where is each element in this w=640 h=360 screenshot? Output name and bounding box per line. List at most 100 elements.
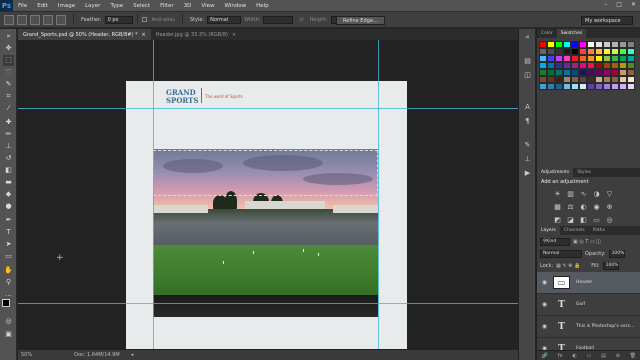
menu-select[interactable]: Select <box>128 3 155 9</box>
healing-brush-tool-icon[interactable]: ✚ <box>3 117 14 128</box>
color-swatch[interactable] <box>547 69 555 76</box>
color-swatch[interactable] <box>579 55 587 62</box>
color-swatch[interactable] <box>563 55 571 62</box>
adjustment-layer-icon[interactable]: ◐ <box>572 353 576 359</box>
new-layer-icon[interactable]: ⊕ <box>616 353 620 359</box>
color-swatch[interactable] <box>547 83 555 90</box>
exposure-icon[interactable]: ◑ <box>592 190 601 199</box>
zoom-tool-icon[interactable]: ⚲ <box>3 277 14 288</box>
color-swatch[interactable] <box>555 41 563 48</box>
blur-tool-icon[interactable]: ◆ <box>3 189 14 200</box>
move-tool-icon[interactable]: ✥ <box>3 43 14 54</box>
eye-icon[interactable]: ◉ <box>540 301 549 308</box>
color-swatch[interactable] <box>627 62 635 69</box>
color-swatch[interactable] <box>563 48 571 55</box>
menu-view[interactable]: View <box>196 3 219 9</box>
color-swatch[interactable] <box>579 76 587 83</box>
color-swatch[interactable] <box>539 55 547 62</box>
filter-icons[interactable]: ▣ ◎ T ▭ ◫ <box>573 239 601 245</box>
gradient-map-icon[interactable]: ▭ <box>592 216 601 225</box>
eye-icon[interactable]: ◉ <box>540 279 549 286</box>
threshold-icon[interactable]: ◧ <box>579 216 588 225</box>
color-swatch[interactable] <box>611 76 619 83</box>
color-swatch[interactable] <box>619 76 627 83</box>
color-swatch[interactable] <box>547 62 555 69</box>
blend-mode-select[interactable]: Normal <box>540 249 582 258</box>
dodge-tool-icon[interactable]: ● <box>3 201 14 212</box>
color-swatch[interactable] <box>611 69 619 76</box>
menu-help[interactable]: Help <box>251 3 274 9</box>
canvas-area[interactable]: GRAND SPORTS The word of Sports + <box>18 40 518 349</box>
color-swatch[interactable] <box>571 83 579 90</box>
color-swatch[interactable] <box>595 41 603 48</box>
posterize-icon[interactable]: ◪ <box>566 216 575 225</box>
color-swatch[interactable] <box>587 48 595 55</box>
kind-filter-select[interactable]: ⚲ Kind <box>540 237 570 246</box>
color-swatch[interactable] <box>603 55 611 62</box>
shape-tool-icon[interactable]: ▭ <box>3 251 14 262</box>
color-swatch[interactable] <box>603 76 611 83</box>
selective-color-icon[interactable]: ◎ <box>605 216 614 225</box>
add-selection-icon[interactable] <box>30 14 40 25</box>
color-swatch[interactable] <box>603 48 611 55</box>
guide-horizontal[interactable] <box>18 108 518 109</box>
color-swatch[interactable] <box>571 48 579 55</box>
color-swatch[interactable] <box>627 76 635 83</box>
new-group-icon[interactable]: ▤ <box>601 353 606 359</box>
collapse-icon[interactable]: « <box>523 33 532 42</box>
color-swatch[interactable] <box>603 41 611 48</box>
color-swatch[interactable] <box>555 83 563 90</box>
color-swatch[interactable] <box>539 48 547 55</box>
color-swatch[interactable] <box>571 41 579 48</box>
color-swatch[interactable] <box>587 83 595 90</box>
close-icon[interactable]: × <box>232 32 236 38</box>
paragraph-icon[interactable]: ¶ <box>523 117 532 126</box>
color-swatch[interactable] <box>587 76 595 83</box>
color-swatch[interactable] <box>619 41 627 48</box>
menu-filter[interactable]: Filter <box>155 3 179 9</box>
hue-saturation-icon[interactable]: ▦ <box>553 203 562 212</box>
close-icon[interactable]: × <box>142 32 146 38</box>
tab-grand-sports[interactable]: Grand_Sports.psd @ 50% (Header, RGB/8#) … <box>18 29 151 40</box>
color-swatch[interactable] <box>587 55 595 62</box>
tab-swatches[interactable]: Swatches <box>556 29 587 38</box>
color-swatch[interactable] <box>547 41 555 48</box>
color-swatch[interactable] <box>619 69 627 76</box>
style-select[interactable]: Normal <box>207 15 242 24</box>
color-swatch[interactable] <box>563 62 571 69</box>
color-swatch[interactable] <box>563 76 571 83</box>
actions-icon[interactable]: ▶ <box>523 169 532 178</box>
history-icon[interactable]: ▤ <box>523 57 532 66</box>
color-swatch[interactable] <box>563 69 571 76</box>
color-swatch[interactable] <box>619 83 627 90</box>
refine-edge-button[interactable]: Refine Edge... <box>336 16 385 25</box>
color-swatch[interactable] <box>547 48 555 55</box>
tab-paths[interactable]: Paths <box>589 226 609 235</box>
close-button[interactable]: ✕ <box>631 1 636 8</box>
color-balance-icon[interactable]: ⚖ <box>566 203 575 212</box>
maximize-button[interactable]: □ <box>616 1 622 8</box>
hand-tool-icon[interactable]: ✋ <box>3 265 14 276</box>
menu-window[interactable]: Window <box>219 3 251 9</box>
gradient-tool-icon[interactable]: ▬ <box>3 177 14 188</box>
link-layers-icon[interactable]: 🔗 <box>542 353 548 359</box>
color-swatch[interactable] <box>619 55 627 62</box>
tab-channels[interactable]: Channels <box>560 226 589 235</box>
menu-3d[interactable]: 3D <box>179 3 197 9</box>
color-swatch[interactable] <box>587 62 595 69</box>
color-swatch[interactable] <box>555 69 563 76</box>
color-swatch[interactable] <box>563 41 571 48</box>
color-swatch[interactable] <box>587 41 595 48</box>
color-swatch[interactable] <box>603 62 611 69</box>
color-swatch[interactable] <box>603 83 611 90</box>
color-swatch[interactable] <box>611 83 619 90</box>
tab-color[interactable]: Color <box>537 29 557 38</box>
menu-layer[interactable]: Layer <box>80 3 105 9</box>
color-swatch[interactable] <box>579 41 587 48</box>
tab-adjustments[interactable]: Adjustments <box>537 168 574 177</box>
invert-icon[interactable]: ◩ <box>553 216 562 225</box>
color-swatch[interactable] <box>627 69 635 76</box>
color-swatch[interactable] <box>571 62 579 69</box>
color-swatch[interactable] <box>579 83 587 90</box>
workspace-select[interactable]: My workspace <box>581 16 633 25</box>
